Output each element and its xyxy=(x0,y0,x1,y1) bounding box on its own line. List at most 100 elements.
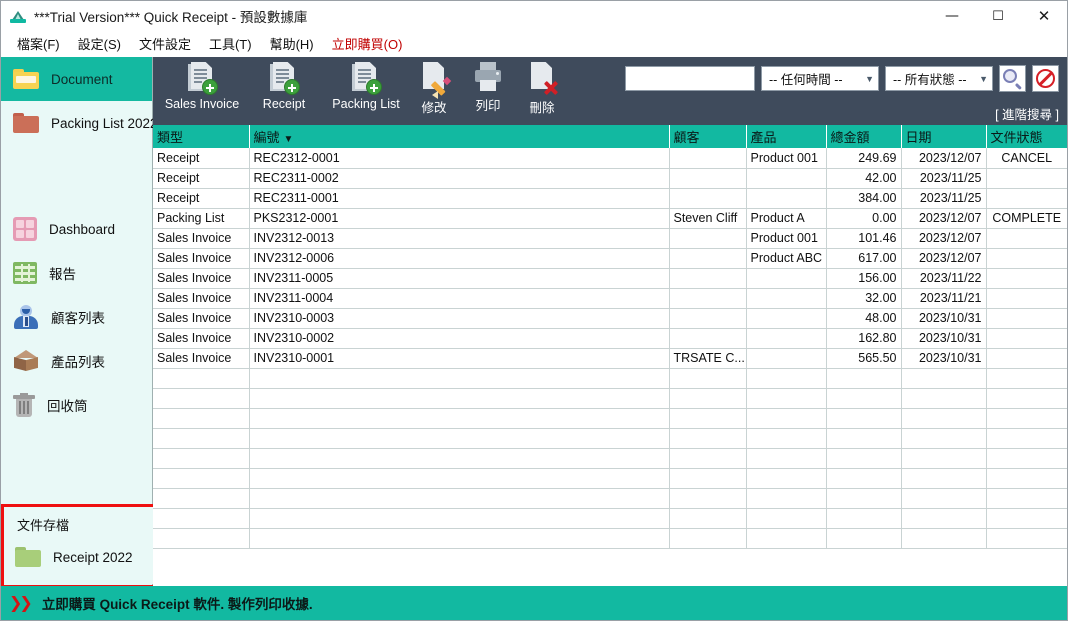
cell-status xyxy=(986,348,1067,369)
title-bar: ***Trial Version*** Quick Receipt - 預設數據… xyxy=(1,1,1067,31)
receipt-app-icon xyxy=(9,7,27,25)
cell-status: CANCEL xyxy=(986,148,1067,169)
cell-date: 2023/12/07 xyxy=(901,148,987,169)
cell-empty xyxy=(746,428,827,449)
cell-empty xyxy=(826,508,902,529)
column-header-type[interactable]: 類型 xyxy=(153,125,250,148)
cell-type: Receipt xyxy=(153,168,250,189)
menu-item-file[interactable]: 檔案(F) xyxy=(8,32,69,55)
cell-empty xyxy=(669,428,747,449)
cell-customer xyxy=(669,188,747,209)
folder-green-icon xyxy=(15,547,41,567)
table-row[interactable]: Sales Invoice INV2310-0001 TRSATE C... 565.… xyxy=(153,348,1067,369)
sidebar-item-document[interactable]: Document xyxy=(1,57,152,101)
cell-empty xyxy=(249,408,670,429)
menu-item-document-settings[interactable]: 文件設定 xyxy=(130,32,200,55)
cell-date: 2023/11/25 xyxy=(901,168,987,189)
status-filter-dropdown[interactable]: -- 所有狀態 -- ▼ xyxy=(885,66,993,91)
cell-product: Product A xyxy=(746,208,827,229)
print-button[interactable]: 列印 xyxy=(461,61,515,114)
cell-empty xyxy=(669,368,747,389)
edit-button[interactable]: 修改 xyxy=(407,61,461,116)
cell-amount: 384.00 xyxy=(826,188,902,209)
menu-item-help[interactable]: 幫助(H) xyxy=(261,32,323,55)
cell-status xyxy=(986,228,1067,249)
column-header-date[interactable]: 日期 xyxy=(901,125,987,148)
column-header-status[interactable]: 文件狀態 xyxy=(986,125,1067,148)
table-row[interactable]: Receipt REC2311-0001 384.00 2023/11/25 xyxy=(153,188,1067,209)
cell-empty xyxy=(826,468,902,489)
cell-empty xyxy=(153,368,250,389)
chevron-right-icon: ❯❯ xyxy=(9,595,33,612)
column-header-amount[interactable]: 總金額 xyxy=(826,125,902,148)
table-row[interactable]: Sales Invoice INV2312-0013 Product 001 101.… xyxy=(153,228,1067,249)
table-row[interactable]: Packing List PKS2312-0001 Steven Cliff Prod… xyxy=(153,208,1067,229)
chevron-down-icon: ▼ xyxy=(865,73,874,84)
folder-red-icon xyxy=(13,113,39,133)
search-input[interactable] xyxy=(625,66,755,91)
sidebar-item-label: Dashboard xyxy=(49,221,116,237)
table-row[interactable]: Sales Invoice INV2311-0004 32.00 2023/11/21 xyxy=(153,288,1067,309)
cell-empty xyxy=(249,468,670,489)
promo-status-bar[interactable]: ❯❯ 立即購買 Quick Receipt 軟件. 製作列印收據. xyxy=(1,586,1067,620)
sidebar-item-dashboard[interactable]: Dashboard xyxy=(1,207,152,251)
cell-type: Receipt xyxy=(153,148,250,169)
toolbar: Sales Invoice Receipt Packing List 修改 列印… xyxy=(153,57,1067,125)
toolbar-button-label: 修改 xyxy=(421,101,447,115)
cell-no: REC2312-0001 xyxy=(249,148,670,169)
cell-customer xyxy=(669,288,747,309)
column-header-customer[interactable]: 顧客 xyxy=(669,125,747,148)
cell-empty xyxy=(826,388,902,409)
cell-date: 2023/10/31 xyxy=(901,348,987,369)
sidebar-item-customer-list[interactable]: 顧客列表 xyxy=(1,295,152,339)
dashboard-grid-icon xyxy=(13,217,37,241)
column-header-no[interactable]: 編號 ▼ xyxy=(249,125,670,148)
archive-item-receipt-2022[interactable]: Receipt 2022 xyxy=(3,538,153,576)
table-row[interactable]: Receipt REC2311-0002 42.00 2023/11/25 xyxy=(153,168,1067,189)
menu-bar: 檔案(F) 設定(S) 文件設定 工具(T) 幫助(H) 立即購買(O) xyxy=(1,31,1067,56)
cell-type: Receipt xyxy=(153,188,250,209)
customer-person-icon xyxy=(13,304,39,330)
cell-customer xyxy=(669,168,747,189)
archive-title: 文件存檔 xyxy=(17,518,70,533)
time-filter-dropdown[interactable]: -- 任何時間 -- ▼ xyxy=(761,66,879,91)
cell-empty xyxy=(901,408,987,429)
table-row[interactable]: Sales Invoice INV2310-0003 48.00 2023/10/31 xyxy=(153,308,1067,329)
cell-status xyxy=(986,308,1067,329)
cell-product: Product 001 xyxy=(746,148,827,169)
table-header-row: 類型 編號 ▼ 顧客 產品 總金額 日期 文件狀態 xyxy=(153,125,1067,148)
chevron-down-icon: ▼ xyxy=(979,73,988,84)
advanced-search-link[interactable]: [ 進階搜尋 ] xyxy=(995,104,1059,123)
cell-type: Sales Invoice xyxy=(153,328,250,349)
cell-no: REC2311-0001 xyxy=(249,188,670,209)
search-button[interactable] xyxy=(999,65,1026,92)
delete-button[interactable]: 刪除 xyxy=(515,61,569,116)
archive-item-label: Receipt 2022 xyxy=(53,549,133,565)
folder-yellow-icon xyxy=(13,69,39,89)
new-sales-invoice-button[interactable]: Sales Invoice xyxy=(161,61,243,111)
new-receipt-button[interactable]: Receipt xyxy=(243,61,325,111)
column-header-product[interactable]: 產品 xyxy=(746,125,827,148)
table-row[interactable]: Sales Invoice INV2311-0005 156.00 2023/11/2… xyxy=(153,268,1067,289)
sidebar-item-product-list[interactable]: 產品列表 xyxy=(1,339,152,383)
menu-item-settings[interactable]: 設定(S) xyxy=(69,32,130,55)
sidebar-item-report[interactable]: 報告 xyxy=(1,251,152,295)
table-row[interactable]: Receipt REC2312-0001 Product 001 249.69 2023… xyxy=(153,148,1067,169)
sidebar-item-packing-list-2022[interactable]: Packing List 2022 xyxy=(1,101,158,145)
cell-type: Sales Invoice xyxy=(153,228,250,249)
minimize-button[interactable]: — xyxy=(929,1,975,31)
maximize-button[interactable]: ☐ xyxy=(975,1,1021,31)
table-row[interactable]: Sales Invoice INV2310-0002 162.80 2023/10/3… xyxy=(153,328,1067,349)
clear-search-button[interactable] xyxy=(1032,65,1059,92)
cell-no: REC2311-0002 xyxy=(249,168,670,189)
sidebar-item-recycle-bin[interactable]: 回收筒 xyxy=(1,383,152,427)
archive-panel: 文件存檔 Receipt 2022 xyxy=(3,507,153,584)
menu-item-buy-now[interactable]: 立即購買(O) xyxy=(323,32,412,55)
cell-product xyxy=(746,268,827,289)
cell-empty xyxy=(986,388,1067,409)
product-box-icon xyxy=(13,348,39,374)
close-button[interactable]: ✕ xyxy=(1021,1,1067,31)
menu-item-tools[interactable]: 工具(T) xyxy=(200,32,261,55)
new-packing-list-button[interactable]: Packing List xyxy=(325,61,407,111)
table-row[interactable]: Sales Invoice INV2312-0006 Product ABC 617.… xyxy=(153,248,1067,269)
